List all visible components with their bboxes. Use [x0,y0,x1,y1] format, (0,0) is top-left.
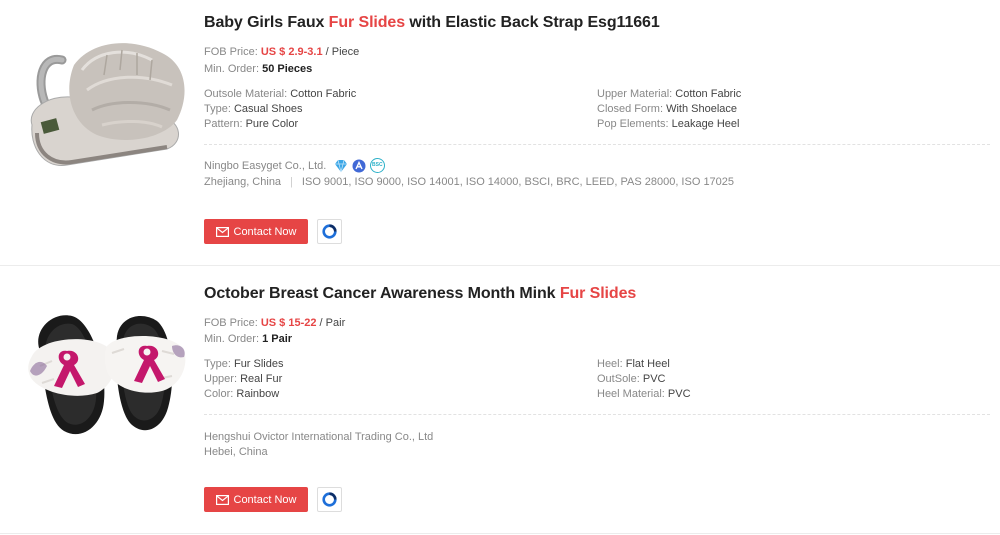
price-value: US $ 15-22 [260,317,317,329]
fob-price: FOB Price: US $ 15-22 / Pair [204,317,346,329]
divider [204,414,990,415]
product-attribute: Closed Form: With Shoelace [597,103,738,115]
price-value: US $ 2.9-3.1 [260,46,323,58]
contact-now-button[interactable]: Contact Now [204,219,308,244]
supplier-location: Hebei, China [204,446,268,458]
product-attribute: Pop Elements: Leakage Heel [597,118,740,130]
envelope-icon [215,226,229,237]
product-attribute: OutSole: PVC [597,373,666,385]
chat-button[interactable] [317,219,342,244]
product-attribute: Heel Material: PVC [597,388,691,400]
min-order: Min. Order: 1 Pair [204,333,293,345]
supplier-row: Hengshui Ovictor International Trading C… [204,431,433,443]
divider [204,144,990,145]
certifications: ISO 9001, ISO 9000, ISO 14001, ISO 14000… [301,176,735,188]
supplier-name[interactable]: Ningbo Easyget Co., Ltd. [204,160,326,172]
envelope-icon [215,494,229,505]
product-image[interactable] [12,25,192,185]
product-image[interactable] [12,291,192,451]
product-attribute: Upper Material: Cotton Fabric [597,88,742,100]
product-listing: Baby Girls Faux Fur Slides with Elastic … [0,0,1000,266]
product-attribute: Pattern: Pure Color [204,118,299,130]
contact-now-button[interactable]: Contact Now [204,487,308,512]
fob-price: FOB Price: US $ 2.9-3.1 / Piece [204,46,360,58]
chat-icon [322,224,337,239]
bsc-certified-icon[interactable]: BSC [370,158,386,173]
product-attribute: Color: Rainbow [204,388,280,400]
min-order: Min. Order: 50 Pieces [204,63,313,75]
product-attribute: Type: Casual Shoes [204,103,303,115]
supplier-location: Zhejiang, China | ISO 9001, ISO 9000, ISO … [204,176,735,188]
supplier-row: Ningbo Easyget Co., Ltd. BSC [204,158,386,173]
audited-supplier-icon[interactable] [352,159,366,173]
supplier-name[interactable]: Hengshui Ovictor International Trading C… [204,431,433,443]
diamond-member-icon[interactable] [334,159,348,173]
product-attribute: Heel: Flat Heel [597,358,670,370]
chat-button[interactable] [317,487,342,512]
product-title[interactable]: October Breast Cancer Awareness Month Mi… [204,285,636,303]
product-attribute: Upper: Real Fur [204,373,283,385]
product-attribute: Type: Fur Slides [204,358,284,370]
product-title[interactable]: Baby Girls Faux Fur Slides with Elastic … [204,14,660,32]
product-listing: October Breast Cancer Awareness Month Mi… [0,266,1000,534]
product-attribute: Outsole Material: Cotton Fabric [204,88,357,100]
chat-icon [322,492,337,507]
